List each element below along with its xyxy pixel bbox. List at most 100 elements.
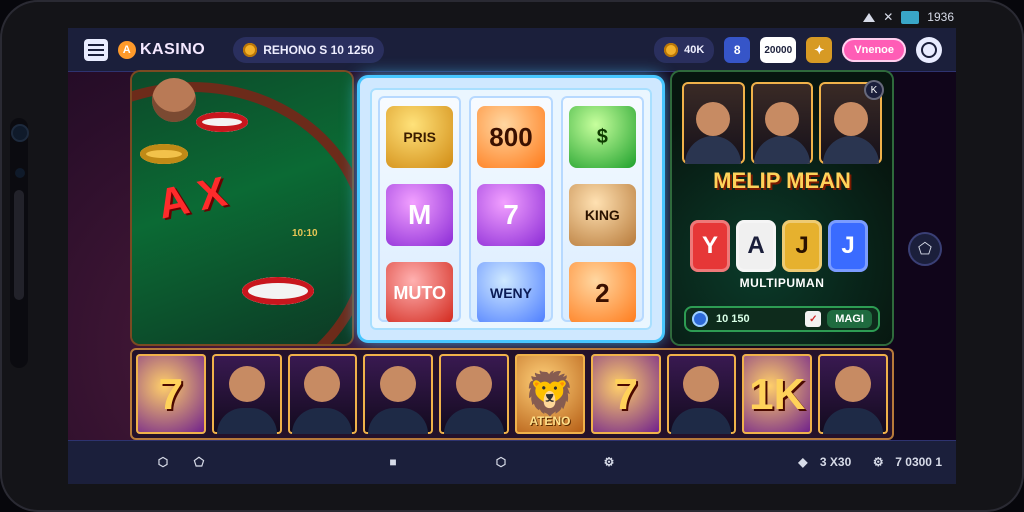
slot-symbol: 2 bbox=[568, 262, 636, 322]
die-2: A bbox=[736, 220, 776, 272]
battery-icon bbox=[901, 10, 920, 24]
multiplayer-title: MELIP MEAN bbox=[713, 168, 851, 193]
carousel-tile-1[interactable]: 7 bbox=[136, 354, 206, 434]
slot-symbol: PRIS bbox=[386, 106, 454, 168]
chips-text: 40K bbox=[684, 44, 705, 56]
nav-coins[interactable]: ⚙ 7 0300 1 bbox=[869, 453, 942, 471]
wifi-icon: ✕ bbox=[883, 10, 894, 24]
floating-action-button[interactable]: ⬠ bbox=[908, 232, 942, 266]
top-bar: A KASINO REHONO S 10 1250 40K 8 20000 ✦ … bbox=[68, 28, 956, 72]
slot-reel-3: $ KING 2 bbox=[560, 96, 644, 322]
top-right-actions: 40K 8 20000 ✦ Vnenoe bbox=[654, 37, 956, 63]
phone-camera bbox=[13, 126, 27, 140]
coin-icon bbox=[243, 43, 258, 57]
status-bar: ✕ 1936 bbox=[863, 10, 954, 24]
voucher-button[interactable]: 20000 bbox=[760, 37, 797, 63]
checkmark-icon[interactable]: ✓ bbox=[805, 311, 822, 327]
slot-symbol: MUTO bbox=[386, 262, 454, 322]
shield-icon: ⬠ bbox=[918, 241, 932, 258]
carousel-tile-number: 1K bbox=[749, 370, 806, 419]
bottom-navigation: ⬡ ⬠ ■ ⬡ ⚙ ◆ 3 X30 ⚙ 7 0300 1 bbox=[68, 440, 956, 484]
nav-home[interactable]: ⬡ bbox=[154, 453, 172, 471]
app-logo-mark: A bbox=[118, 41, 136, 59]
menu-icon-line bbox=[88, 49, 104, 51]
carousel-tile-8[interactable] bbox=[666, 354, 737, 434]
app-name: KASINO bbox=[140, 41, 206, 58]
slot-machine-frame: PRIS M MUTO 800 7 WENY $ KING 2 bbox=[370, 88, 652, 330]
slot-symbol: 800 bbox=[477, 106, 545, 168]
status-time: 1936 bbox=[927, 10, 954, 24]
nav-center-1[interactable]: ■ bbox=[384, 453, 402, 471]
chat-icon: ⬠ bbox=[193, 455, 205, 469]
voucher-text: 20000 bbox=[764, 44, 793, 56]
user-button[interactable]: 8 bbox=[724, 37, 751, 63]
bottom-nav-center: ■ ⬡ ⚙ bbox=[208, 453, 794, 471]
chip-red-2 bbox=[242, 277, 314, 305]
app-screen: A KASINO REHONO S 10 1250 40K 8 20000 ✦ … bbox=[68, 28, 956, 484]
multiplayer-actions: ✓ MAGI bbox=[805, 310, 872, 328]
nav-score[interactable]: ◆ 3 X30 bbox=[794, 453, 851, 471]
bonus-button[interactable]: ✦ bbox=[806, 37, 833, 63]
slot-symbol: $ bbox=[568, 106, 636, 168]
nav-score-text: 3 X30 bbox=[819, 455, 852, 469]
app-logo[interactable]: A KASINO bbox=[118, 41, 205, 59]
multiplayer-players-row bbox=[682, 82, 883, 164]
dice-row: Y A J J bbox=[690, 202, 880, 272]
chip-gold-1 bbox=[140, 144, 188, 164]
signal-icon bbox=[863, 12, 876, 22]
carousel-tile-2[interactable] bbox=[211, 354, 282, 434]
nav-chat[interactable]: ⬠ bbox=[190, 453, 208, 471]
die-1: Y bbox=[690, 220, 730, 272]
dealer-avatar bbox=[152, 78, 196, 122]
user-icon: 8 bbox=[733, 43, 741, 57]
phone-sensor bbox=[15, 168, 25, 178]
magi-button[interactable]: MAGI bbox=[827, 310, 872, 328]
cta-button[interactable]: Vnenoe bbox=[842, 38, 906, 62]
balance-pill[interactable]: REHONO S 10 1250 bbox=[233, 37, 384, 63]
multiplayer-panel[interactable]: K MELIP MEAN Y A J J MULTIPUMAN 10 150 ✓… bbox=[672, 72, 892, 344]
slot-reel-1: PRIS M MUTO bbox=[378, 96, 462, 322]
roulette-panel[interactable]: A X 10:10 bbox=[132, 72, 352, 344]
multiplayer-bottom-bar: 10 150 ✓ MAGI bbox=[684, 306, 880, 332]
gear-icon: ⚙ bbox=[872, 455, 884, 469]
menu-icon-line bbox=[88, 44, 104, 46]
carousel-tile-number: 7 bbox=[613, 370, 638, 419]
home-icon: ⬡ bbox=[157, 455, 169, 469]
chips-pill[interactable]: 40K bbox=[654, 37, 715, 63]
bottom-nav-center-row: ■ ⬡ ⚙ bbox=[384, 453, 618, 471]
carousel-tile-6[interactable]: 🦁 ATENO bbox=[514, 354, 585, 434]
slot-symbol: KING bbox=[568, 184, 636, 246]
shield-icon: ⬡ bbox=[495, 455, 507, 469]
bottom-nav-left: ⬡ ⬠ bbox=[68, 453, 208, 471]
player-avatar-1 bbox=[682, 82, 745, 164]
menu-button[interactable] bbox=[84, 39, 108, 61]
carousel-tile-label: ATENO bbox=[529, 414, 571, 428]
bottom-nav-right: ◆ 3 X30 ⚙ 7 0300 1 bbox=[794, 453, 956, 471]
player-avatar-2 bbox=[750, 82, 814, 164]
slots-panel[interactable]: PRIS M MUTO 800 7 WENY $ KING 2 bbox=[360, 78, 662, 340]
phone-side-button bbox=[14, 190, 24, 300]
slot-reel-2: 800 7 WENY bbox=[469, 96, 553, 322]
carousel-tile-10[interactable] bbox=[818, 354, 888, 434]
carousel-tile-9[interactable]: 1K bbox=[742, 354, 813, 434]
carousel-tile-4[interactable] bbox=[363, 354, 434, 434]
profile-icon bbox=[921, 42, 937, 58]
lion-icon: 🦁 bbox=[523, 370, 577, 417]
square-icon: ■ bbox=[389, 455, 397, 469]
carousel-tile-7[interactable]: 7 bbox=[590, 354, 661, 434]
nav-center-2[interactable]: ⬡ bbox=[492, 453, 510, 471]
slot-symbol: WENY bbox=[477, 262, 545, 322]
slot-symbol: M bbox=[386, 184, 454, 246]
phone-frame: ✕ 1936 A KASINO REHONO S 10 1250 40K 8 2… bbox=[0, 0, 1024, 512]
multiplayer-subtitle: MULTIPUMAN bbox=[739, 276, 825, 290]
chips-icon bbox=[664, 43, 679, 57]
round-icon bbox=[692, 311, 708, 327]
close-button[interactable]: K bbox=[864, 80, 884, 100]
nav-coins-text: 7 0300 1 bbox=[895, 455, 942, 469]
carousel-tile-3[interactable] bbox=[287, 354, 358, 434]
profile-button[interactable] bbox=[916, 37, 942, 63]
dice-icon: ◆ bbox=[798, 455, 808, 469]
carousel-tile-5[interactable] bbox=[439, 354, 509, 434]
nav-center-3[interactable]: ⚙ bbox=[600, 453, 618, 471]
multiplayer-bottom-left: 10 150 bbox=[716, 313, 750, 325]
